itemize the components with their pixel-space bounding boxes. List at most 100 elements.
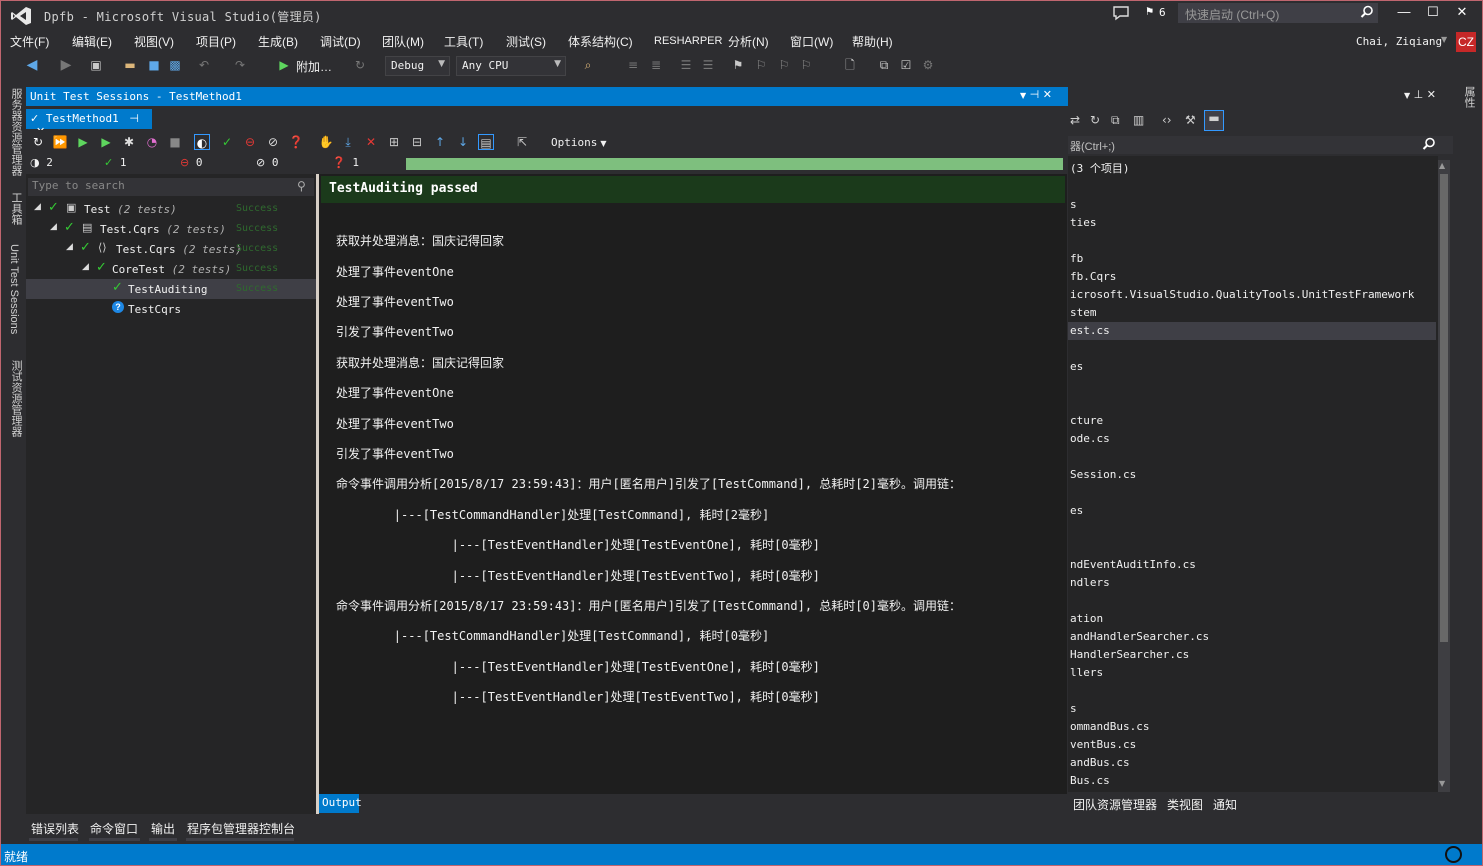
run-with-coverage-icon[interactable]: ▶ [75, 134, 91, 150]
solution-tree-item[interactable]: llers [1068, 664, 1436, 682]
tool-icon[interactable]: ⚙ [920, 57, 936, 73]
options-dropdown[interactable]: Options ▼ [551, 136, 607, 149]
menu-debug[interactable]: 调试(D) [320, 33, 361, 50]
document-icon[interactable]: 🗋 [842, 57, 858, 73]
test-search-input[interactable]: Type to search [28, 178, 314, 196]
solution-tree-item[interactable]: es [1068, 358, 1436, 376]
solution-tree-item[interactable]: s [1068, 196, 1436, 214]
solution-tree-item[interactable]: ndEventAuditInfo.cs [1068, 556, 1436, 574]
profile-icon[interactable]: ◔ [144, 134, 160, 150]
menu-view[interactable]: 视图(V) [134, 33, 174, 50]
menu-file[interactable]: 文件(F) [10, 33, 49, 50]
pin-icon[interactable]: ⊣ [129, 112, 139, 125]
previous-icon[interactable]: ↑ [432, 134, 448, 150]
menu-project[interactable]: 项目(P) [196, 33, 236, 50]
forward-icon[interactable]: ▶ [58, 57, 74, 73]
user-dropdown-icon[interactable]: ▼ [1441, 35, 1447, 44]
save-icon[interactable]: ■ [146, 57, 162, 73]
tab-server-explorer[interactable]: 服务器资源管理器 [8, 88, 24, 176]
refresh-icon[interactable]: ↻ [1090, 113, 1100, 127]
window-layout-icon[interactable]: ⧉ [876, 57, 892, 73]
expand-triangle-icon[interactable]: ◢ [50, 222, 57, 232]
next-bookmark-icon[interactable]: ⚐ [776, 57, 792, 73]
tab-error-list[interactable]: 错误列表 [31, 820, 79, 837]
solution-tree-item[interactable]: cture [1068, 412, 1436, 430]
tree-row-testauditing[interactable]: ✓ TestAuditing Success [26, 279, 316, 299]
back-icon[interactable]: ◀ [24, 57, 40, 73]
format-2-icon[interactable]: ≣ [648, 57, 664, 73]
pause-icon[interactable]: ✋ [318, 134, 334, 150]
stop-icon[interactable]: ■ [167, 134, 183, 150]
solution-tree-item[interactable]: fb.Cqrs [1068, 268, 1436, 286]
format-icon[interactable]: ≡ [625, 57, 641, 73]
solution-tree-item[interactable]: HandlerSearcher.cs [1068, 646, 1436, 664]
solution-tree-item[interactable]: Bus.cs [1068, 772, 1436, 790]
tab-notifications[interactable]: 通知 [1213, 796, 1237, 813]
notifications-flag-icon[interactable]: ⚑ [1146, 4, 1153, 18]
search-icon[interactable] [1422, 137, 1436, 151]
configuration-select[interactable]: Debug ▼ [385, 56, 450, 76]
find-in-files-icon[interactable]: ⌕ [580, 57, 596, 73]
debug-icon[interactable]: ✱ [121, 134, 137, 150]
solution-search-input[interactable]: 器(Ctrl+;) [1068, 136, 1453, 154]
new-project-icon[interactable]: ▣ [88, 57, 104, 73]
remove-icon[interactable]: ✕ [363, 134, 379, 150]
scroll-down-icon[interactable]: ▼ [1439, 779, 1445, 788]
save-all-icon[interactable]: ▩ [167, 57, 183, 73]
show-ignored-icon[interactable]: ⊘ [265, 134, 281, 150]
sync-icon[interactable]: ⇄ [1070, 113, 1080, 127]
status-indicator-icon[interactable] [1445, 846, 1462, 863]
properties-wrench-icon[interactable]: ⚒ [1185, 113, 1196, 127]
solution-tree-item[interactable]: Session.cs [1068, 466, 1436, 484]
expand-triangle-icon[interactable]: ◢ [66, 242, 73, 252]
solution-tree-item[interactable]: (3 个项目) [1068, 160, 1436, 178]
solution-tree-item[interactable]: s [1068, 700, 1436, 718]
bookmark-icon[interactable]: ⚑ [730, 57, 746, 73]
close-window-button[interactable]: ✕ [1448, 4, 1476, 24]
solution-tree-item[interactable]: ventBus.cs [1068, 736, 1436, 754]
tab-output-window[interactable]: 输出 [151, 820, 175, 837]
minimize-button[interactable]: — [1390, 4, 1418, 24]
menu-team[interactable]: 团队(M) [382, 33, 424, 50]
run-all-icon[interactable]: ⏩ [52, 134, 68, 150]
maximize-button[interactable]: ☐ [1419, 4, 1447, 24]
view-code-icon[interactable]: ‹› [1162, 113, 1172, 127]
track-running-icon[interactable]: ◐ [194, 134, 210, 150]
menu-build[interactable]: 生成(B) [258, 33, 298, 50]
preview-icon[interactable]: ▬ [1204, 110, 1224, 131]
menu-analyze[interactable]: 分析(N) [728, 33, 769, 50]
close-icon[interactable]: ✕ [1043, 88, 1052, 101]
show-passed-icon[interactable]: ✓ [219, 134, 235, 150]
start-debug-icon[interactable]: ▶ [276, 57, 292, 73]
menu-window[interactable]: 窗口(W) [790, 33, 833, 50]
tree-row-class[interactable]: ◢ ✓ CoreTest (2 tests) Success [26, 259, 316, 279]
dropdown-icon[interactable]: ▼ [1020, 91, 1026, 100]
tree-row-project[interactable]: ◢ ✓ ▣ Test (2 tests) Success [26, 199, 316, 219]
solution-tree-item[interactable]: icrosoft.VisualStudio.QualityTools.UnitT… [1068, 286, 1436, 304]
tab-unit-test-sessions[interactable]: Unit Test Sessions [8, 244, 20, 334]
tab-output[interactable]: Output [319, 794, 362, 813]
scroll-up-icon[interactable]: ▲ [1439, 161, 1445, 170]
expand-all-icon[interactable]: ⊞ [386, 134, 402, 150]
open-folder-icon[interactable]: ▬ [122, 57, 138, 73]
menu-test[interactable]: 测试(S) [506, 33, 546, 50]
export-icon[interactable]: ⇱ [514, 134, 530, 150]
checklist-icon[interactable]: ☑ [898, 57, 914, 73]
refresh-icon[interactable]: ↻ [352, 57, 368, 73]
search-options-icon[interactable]: ⚲ [297, 179, 306, 193]
next-icon[interactable]: ↓ [455, 134, 471, 150]
test-output-text[interactable]: 获取并处理消息：国庆记得回家 处理了事件eventOne 处理了事件eventT… [336, 219, 1056, 721]
expand-triangle-icon[interactable]: ◢ [34, 202, 41, 212]
solution-tree-item[interactable]: es [1068, 502, 1436, 520]
show-failed-icon[interactable]: ⊖ [242, 134, 258, 150]
tree-row-testcqrs[interactable]: ? TestCqrs [26, 299, 316, 319]
run-icon[interactable]: ▶ [98, 134, 114, 150]
tab-properties[interactable]: 属性 [1461, 86, 1477, 108]
tree-row-namespace[interactable]: ◢ ✓ ⟨⟩ Test.Cqrs (2 tests) Success [26, 239, 316, 259]
tab-command-window[interactable]: 命令窗口 [90, 820, 138, 837]
show-all-files-icon[interactable]: ▥ [1133, 113, 1144, 127]
undo-icon[interactable]: ↶ [196, 57, 212, 73]
pin-icon[interactable]: ⊣ [1030, 88, 1040, 101]
solution-tree-item[interactable]: ode.cs [1068, 430, 1436, 448]
tab-testmethod1[interactable]: ✓ TestMethod1 ⊣ ✕ [26, 109, 152, 138]
